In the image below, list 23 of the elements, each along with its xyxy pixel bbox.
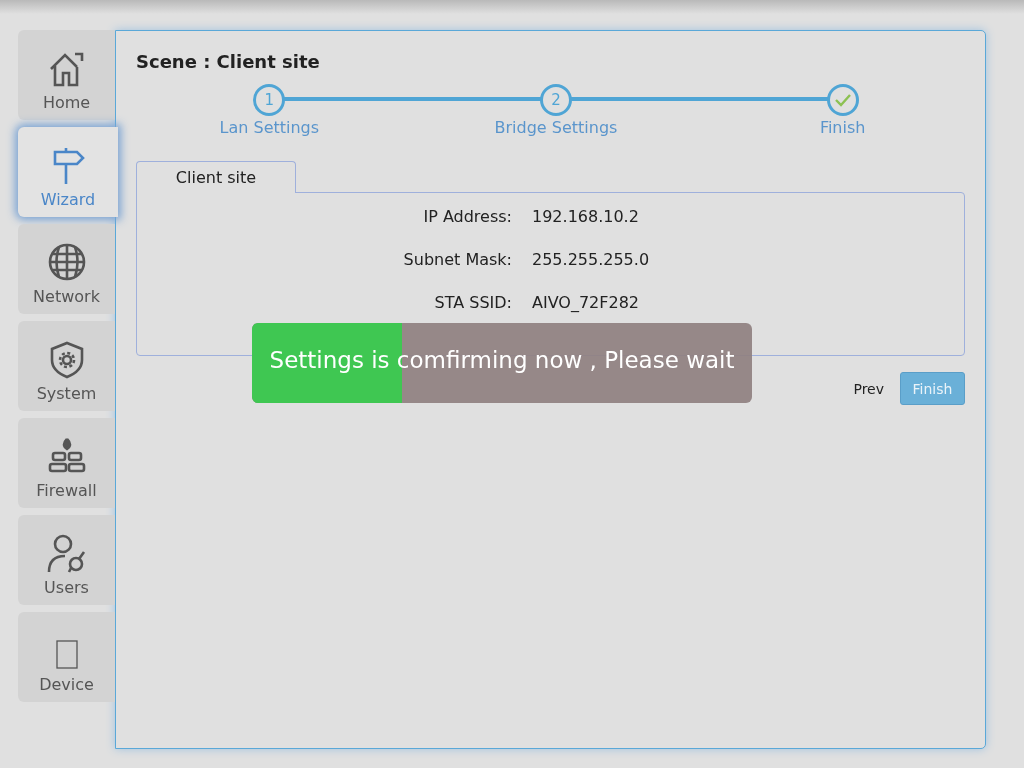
step-label: Bridge Settings [494,118,618,137]
sidebar-item[interactable]: Wizard [18,127,118,217]
tab[interactable]: Client site [136,161,296,193]
sidebar-item[interactable]: Device [18,612,115,702]
sidebar-item[interactable]: System [18,321,115,411]
step-label: Lan Settings [219,118,320,137]
sidebar-item[interactable]: Firewall [18,418,115,508]
field-label: IP Address: [422,207,513,226]
field-label: Subnet Mask: [402,250,513,269]
field-label: STA SSID: [433,293,513,312]
sidebar-item[interactable]: Home [18,30,115,120]
user-wrench-icon [45,532,88,574]
field-value: 192.168.10.2 [532,207,640,226]
step-number: 1 [253,84,286,116]
step-number: 2 [540,84,572,116]
sidebar-item[interactable]: Network [18,224,115,314]
field-value: 255.255.255.0 [532,250,651,269]
sidebar-item[interactable]: Users [18,515,115,605]
field-value: AIVO_72F282 [532,293,641,312]
page-title: Scene : Client site [136,51,321,72]
step-label: Finish [819,118,866,137]
device-icon [54,639,79,671]
prev-button[interactable]: Prev [851,380,886,397]
